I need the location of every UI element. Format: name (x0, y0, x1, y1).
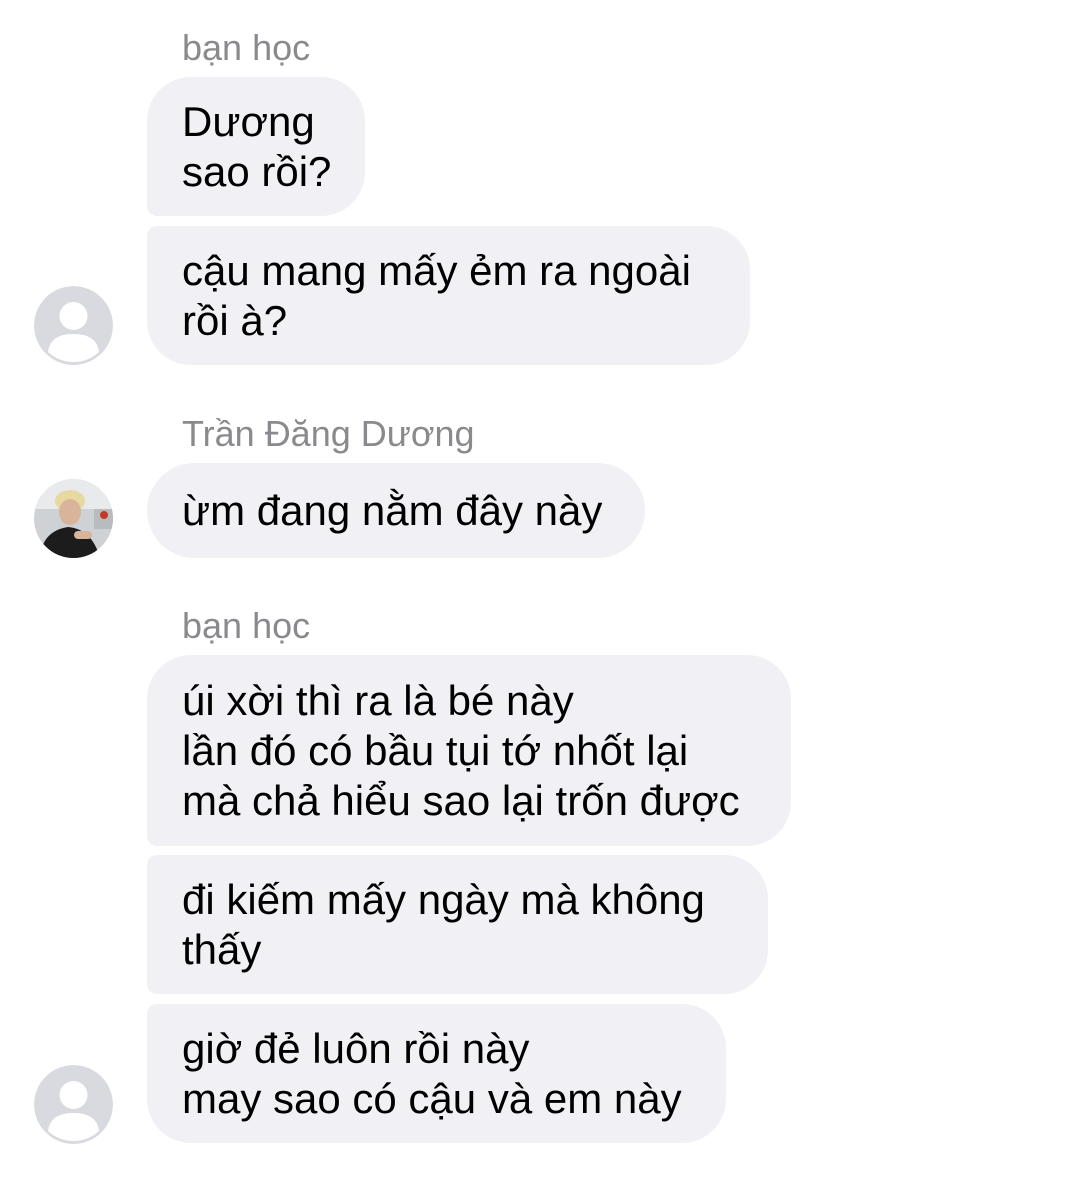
message-bubble[interactable]: úi xời thì ra là bé này lần đó có bầu tụ… (147, 655, 791, 846)
message-bubble[interactable]: ừm đang nằm đây này (147, 463, 645, 558)
message-bubble[interactable]: giờ đẻ luôn rồi này may sao có cậu và em… (147, 1004, 726, 1143)
sender-name: Trần Đăng Dương (182, 413, 475, 454)
sender-name: bạn học (182, 27, 311, 68)
profile-photo-avatar[interactable] (34, 479, 113, 558)
chat-thread: bạn học Dương sao rồi? cậu mang mấy ẻm r… (0, 0, 1067, 1195)
message-bubble[interactable]: cậu mang mấy ẻm ra ngoài rồi à? (147, 226, 750, 365)
message-bubble[interactable]: Dương sao rồi? (147, 77, 365, 216)
default-avatar-icon[interactable] (34, 286, 113, 365)
default-avatar-icon[interactable] (34, 1065, 113, 1144)
sender-name: bạn học (182, 605, 311, 646)
message-bubble[interactable]: đi kiếm mấy ngày mà không thấy (147, 855, 768, 994)
